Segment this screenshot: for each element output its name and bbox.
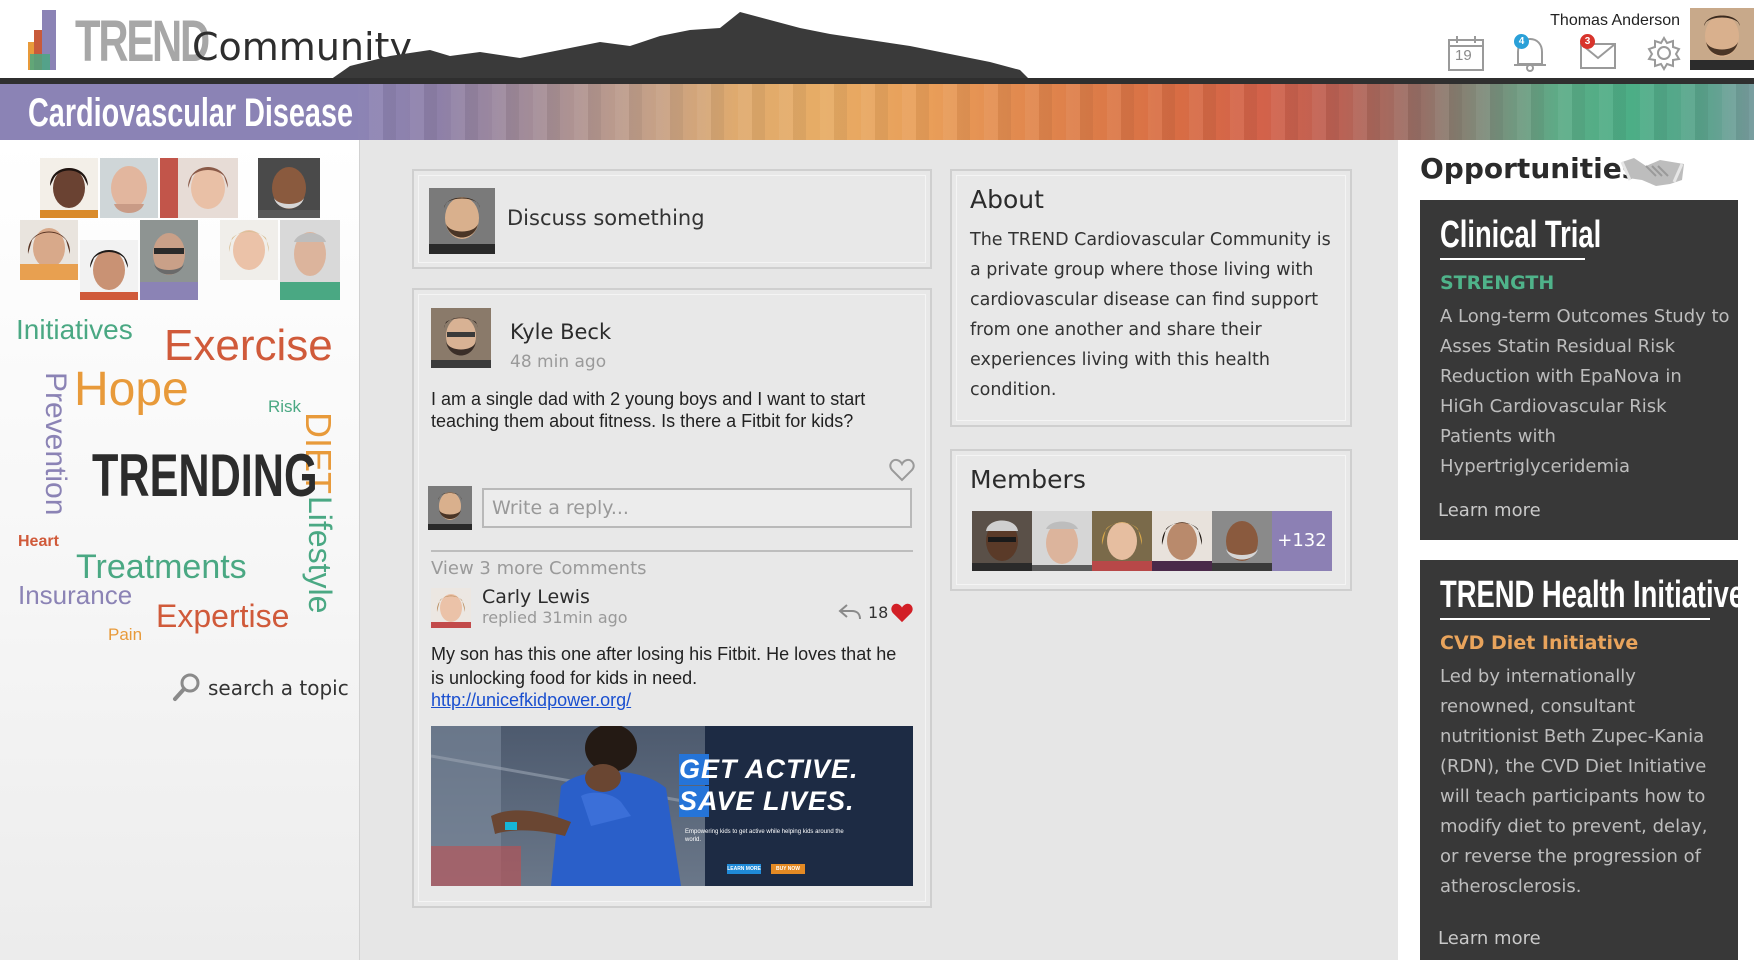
post-body: I am a single dad with 2 young boys and … xyxy=(431,389,866,431)
mountain-silhouette xyxy=(330,12,1030,80)
topic-lifestyle[interactable]: Lifestyle xyxy=(302,496,338,613)
topic-initiatives[interactable]: Initiatives xyxy=(16,316,133,344)
logo-brand-text: TREND xyxy=(75,9,210,74)
member-face[interactable] xyxy=(40,158,98,218)
member-avatar[interactable] xyxy=(1212,511,1272,571)
topic-exercise[interactable]: Exercise xyxy=(164,324,333,368)
reply-input[interactable] xyxy=(482,488,912,528)
members-card: Members +132 xyxy=(950,449,1352,591)
bell-icon[interactable]: 4 xyxy=(1510,34,1550,72)
opportunity-card-health-initiative[interactable]: TREND Health Initiative CVD Diet Initiat… xyxy=(1420,560,1744,960)
comment-meta: replied 31min ago xyxy=(482,608,628,627)
community-title: Cardiovascular Disease xyxy=(28,91,353,135)
member-face[interactable] xyxy=(100,158,158,218)
topic-insurance[interactable]: Insurance xyxy=(18,582,132,608)
member-face[interactable] xyxy=(160,158,238,218)
members-title: Members xyxy=(970,465,1086,494)
opportunity-card-title[interactable]: Clinical Trial xyxy=(1440,214,1601,256)
about-title: About xyxy=(970,185,1044,214)
opportunity-card-title[interactable]: TREND Health Initiative xyxy=(1440,574,1744,616)
comment-link[interactable]: http://unicefkidpower.org/ xyxy=(431,690,631,711)
reply-icon[interactable] xyxy=(838,602,862,622)
left-sidebar: Initiatives Exercise Prevention Hope Ris… xyxy=(0,140,360,960)
heart-icon[interactable] xyxy=(890,602,914,624)
member-face[interactable] xyxy=(280,220,340,300)
discuss-prompt[interactable]: Discuss something xyxy=(507,206,705,230)
member-face[interactable] xyxy=(258,158,320,218)
opportunity-card-clinical-trial[interactable]: Clinical Trial STRENGTH A Long-term Outc… xyxy=(1420,200,1738,540)
member-avatar[interactable] xyxy=(1152,511,1212,571)
opportunity-card-subtitle: CVD Diet Initiative xyxy=(1440,632,1639,654)
user-avatar[interactable] xyxy=(1690,8,1754,70)
topic-hope[interactable]: Hope xyxy=(74,366,189,414)
calendar-day: 19 xyxy=(1455,47,1472,64)
member-face[interactable] xyxy=(140,220,198,300)
promo-tagline: Empowering kids to get active while help… xyxy=(685,829,844,843)
promo-headline-2: SAVE LIVES. xyxy=(679,786,855,817)
discuss-card[interactable]: Discuss something xyxy=(412,169,932,269)
search-topic-label: search a topic xyxy=(208,676,349,700)
promo-headline-1: GET ACTIVE. xyxy=(679,754,859,785)
comments-divider xyxy=(431,550,913,552)
member-face[interactable] xyxy=(220,220,278,280)
topic-trending[interactable]: TRENDING xyxy=(92,446,318,506)
learn-more-link[interactable]: Learn more xyxy=(1438,928,1541,949)
mail-icon[interactable]: 3 xyxy=(1578,34,1618,72)
topic-heart[interactable]: Heart xyxy=(18,534,59,550)
topic-prevention[interactable]: Prevention xyxy=(39,372,72,515)
topic-risk[interactable]: Risk xyxy=(268,398,301,415)
community-banner: Cardiovascular Disease xyxy=(0,84,1754,140)
member-face[interactable] xyxy=(20,220,78,280)
about-text: The TREND Cardiovascular Community is a … xyxy=(970,230,1331,400)
topic-pain[interactable]: Pain xyxy=(108,626,142,643)
view-more-comments[interactable]: View 3 more Comments xyxy=(431,558,647,579)
comment-author-name[interactable]: Carly Lewis xyxy=(482,586,590,608)
post-author-avatar[interactable] xyxy=(431,308,491,368)
about-card: About The TREND Cardiovascular Community… xyxy=(950,169,1352,427)
member-face[interactable] xyxy=(80,240,138,300)
promo-learn-more-button[interactable]: LEARN MORE xyxy=(727,864,761,874)
promo-buy-now-button[interactable]: BUY NOW xyxy=(771,864,805,874)
topic-treatments[interactable]: Treatments xyxy=(76,550,247,584)
message-badge: 3 xyxy=(1580,34,1595,49)
opportunity-card-subtitle: STRENGTH xyxy=(1440,272,1555,294)
member-avatar[interactable] xyxy=(1032,511,1092,571)
member-avatar[interactable] xyxy=(1092,511,1152,571)
logo-bars-icon xyxy=(28,10,64,70)
title-underline xyxy=(1440,258,1585,260)
opportunity-card-text: A Long-term Outcomes Study to Asses Stat… xyxy=(1440,306,1730,477)
post-author-name[interactable]: Kyle Beck xyxy=(510,320,611,344)
members-more-count[interactable]: +132 xyxy=(1272,511,1332,571)
current-user-avatar xyxy=(429,188,495,254)
comment-author-avatar[interactable] xyxy=(431,588,471,628)
search-topic-button[interactable]: search a topic xyxy=(172,672,352,702)
post-timestamp: 48 min ago xyxy=(510,352,607,372)
search-icon xyxy=(173,673,200,701)
notification-badge: 4 xyxy=(1514,34,1529,49)
gear-icon[interactable] xyxy=(1644,34,1684,72)
promo-image[interactable]: GET ACTIVE. SAVE LIVES. Empowering kids … xyxy=(431,726,913,886)
calendar-icon[interactable]: 19 xyxy=(1446,34,1486,72)
comment-like-count: 18 xyxy=(868,603,889,622)
title-underline xyxy=(1440,618,1710,620)
reply-user-avatar xyxy=(428,486,472,530)
user-name[interactable]: Thomas Anderson xyxy=(1550,12,1680,30)
opportunities-title: Opportunities xyxy=(1420,152,1639,185)
post-card: Kyle Beck 48 min ago I am a single dad w… xyxy=(412,288,932,908)
handshake-icon xyxy=(1620,158,1684,186)
comment-body: My son has this one after losing his Fit… xyxy=(431,644,897,688)
member-avatar[interactable] xyxy=(972,511,1032,571)
top-header: TREND Community Thomas Anderson 19 4 3 xyxy=(0,0,1754,80)
opportunity-card-text: Led by internationally renowned, consult… xyxy=(1440,666,1708,897)
topic-expertise[interactable]: Expertise xyxy=(156,600,289,632)
heart-icon[interactable] xyxy=(889,458,915,482)
opportunities-panel: Opportunities Clinical Trial STRENGTH A … xyxy=(1398,140,1754,960)
learn-more-link[interactable]: Learn more xyxy=(1438,500,1541,521)
